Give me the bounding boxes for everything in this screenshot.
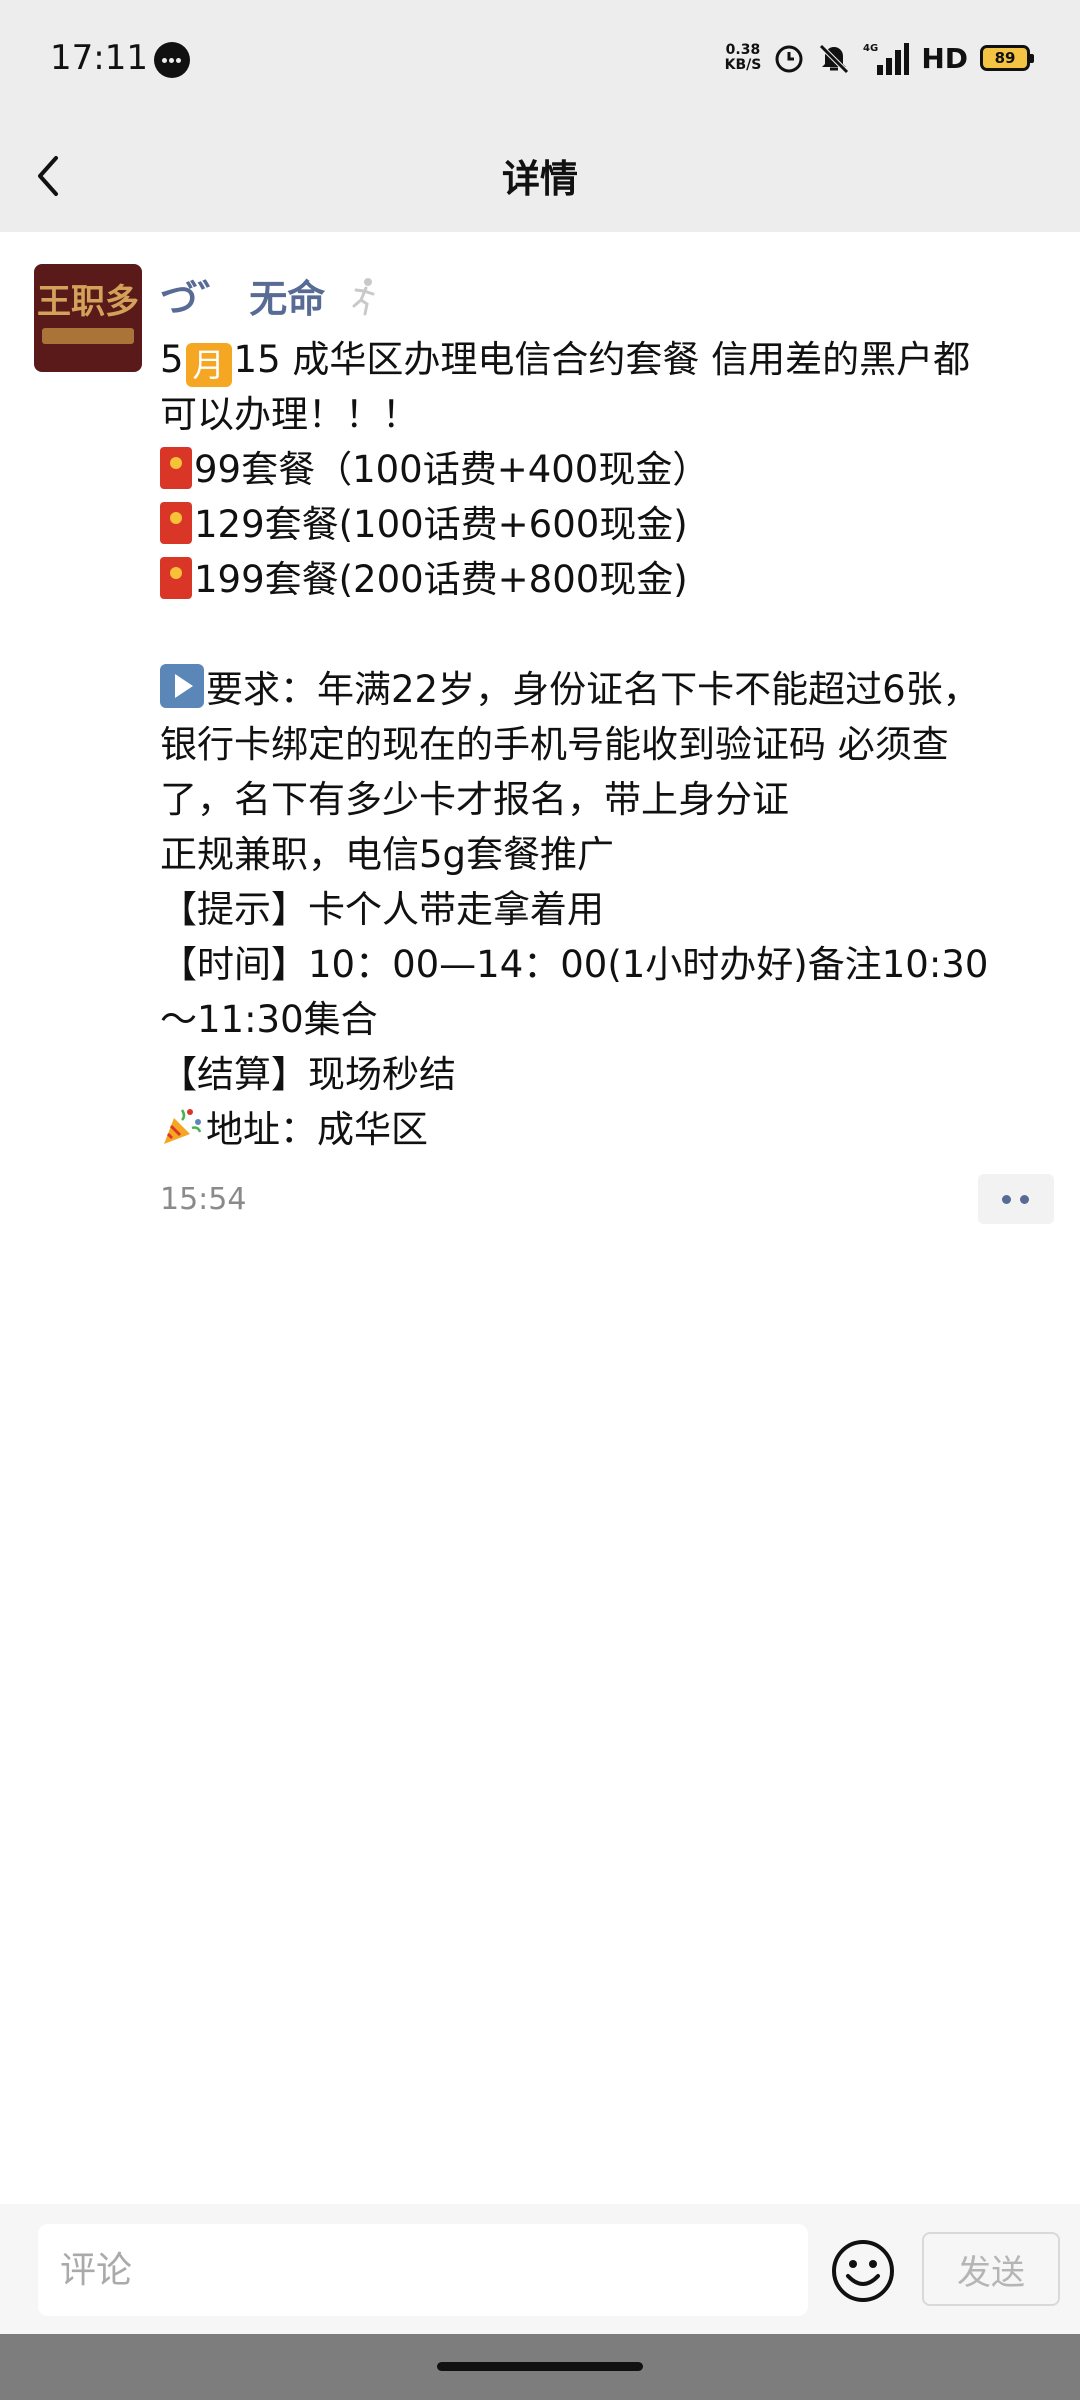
- more-actions-button[interactable]: [978, 1174, 1054, 1224]
- requirement-line: 了，名下有多少卡才报名，带上身分证: [160, 778, 789, 821]
- plan-item: 99套餐（100话费+400现金）: [160, 442, 1040, 497]
- message-notification-icon: [154, 42, 190, 78]
- red-envelope-icon: [160, 502, 192, 544]
- author-name[interactable]: づ゛ 无命: [160, 268, 325, 323]
- plan-text: 199套餐(200话费+800现金): [194, 558, 688, 601]
- avatar-logo-text: 王职多: [37, 282, 139, 322]
- avatar-decoration: [42, 328, 134, 344]
- signal-icon: 4G: [863, 41, 910, 75]
- time-line: 【时间】10：00—14：00(1小时办好)备注10:30: [160, 943, 989, 986]
- post-line-1-prefix: 5: [160, 338, 184, 381]
- status-bar: 17:11 0.38 KB/S 4G HD 89: [0, 0, 1080, 120]
- navigation-bar: 详情: [0, 120, 1080, 232]
- requirement-line: 银行卡绑定的现在的手机号能收到验证码 必须查: [160, 723, 949, 766]
- comment-input[interactable]: [38, 2224, 808, 2316]
- plan-item: 129套餐(100话费+600现金): [160, 497, 1040, 552]
- play-button-icon: [160, 664, 204, 708]
- alarm-icon: [773, 42, 805, 74]
- requirement-text: 要求：年满22岁，身份证名下卡不能超过6张，: [206, 668, 980, 711]
- month-emoji-icon: 月: [185, 343, 232, 387]
- red-envelope-icon: [160, 557, 192, 599]
- status-time: 17:11: [50, 38, 148, 78]
- author: づ゛ 无命: [160, 268, 381, 323]
- post-line-2: 可以办理！！！: [160, 393, 419, 436]
- network-speed: 0.38 KB/S: [725, 43, 762, 73]
- page-title: 详情: [501, 157, 578, 201]
- avatar[interactable]: 王职多: [34, 264, 142, 372]
- settlement-line: 【结算】现场秒结: [160, 1053, 456, 1096]
- smiley-icon: [832, 2240, 894, 2302]
- address-line: 地址：成华区: [160, 1102, 1040, 1157]
- emoji-button[interactable]: [830, 2238, 896, 2304]
- status-icons: 0.38 KB/S 4G HD 89: [725, 38, 1034, 78]
- post-timestamp: 15:54: [160, 1182, 247, 1217]
- requirement-line: 正规兼职，电信5g套餐推广: [160, 833, 615, 876]
- battery-level: 89: [994, 49, 1016, 67]
- hd-label: HD: [921, 41, 968, 75]
- time-line: ～11:30集合: [160, 998, 378, 1041]
- post-content: 5 月 15 成华区办理电信合约套餐 信用差的黑户都 可以办理！！！ 99套餐（10…: [160, 332, 1040, 1157]
- home-indicator[interactable]: [437, 2362, 643, 2371]
- network-speed-unit: KB/S: [724, 57, 762, 73]
- top-bar: 17:11 0.38 KB/S 4G HD 89 详情: [0, 0, 1080, 232]
- post-line-1-text: 15 成华区办理电信合约套餐 信用差的黑户都: [233, 338, 971, 381]
- tip-line: 【提示】卡个人带走拿着用: [160, 888, 604, 931]
- post-line-1: 5 月 15 成华区办理电信合约套餐 信用差的黑户都: [160, 332, 1040, 387]
- network-speed-value: 0.38: [725, 42, 761, 58]
- comment-bar: 发送: [0, 2204, 1080, 2334]
- svg-text:4G: 4G: [863, 43, 878, 54]
- mute-icon: [817, 42, 851, 74]
- plan-text: 99套餐（100话费+400现金）: [194, 448, 710, 491]
- system-navigation-bar: [0, 2334, 1080, 2400]
- address-text: 地址：成华区: [206, 1108, 428, 1151]
- send-button[interactable]: 发送: [922, 2232, 1060, 2306]
- party-popper-icon: [160, 1104, 204, 1148]
- battery-indicator: 89: [980, 45, 1034, 71]
- plan-text: 129套餐(100话费+600现金): [194, 503, 688, 546]
- plan-item: 199套餐(200话费+800现金): [160, 552, 1040, 607]
- requirement-line: 要求：年满22岁，身份证名下卡不能超过6张，: [160, 662, 1040, 717]
- runner-icon: [347, 276, 381, 316]
- red-envelope-icon: [160, 447, 192, 489]
